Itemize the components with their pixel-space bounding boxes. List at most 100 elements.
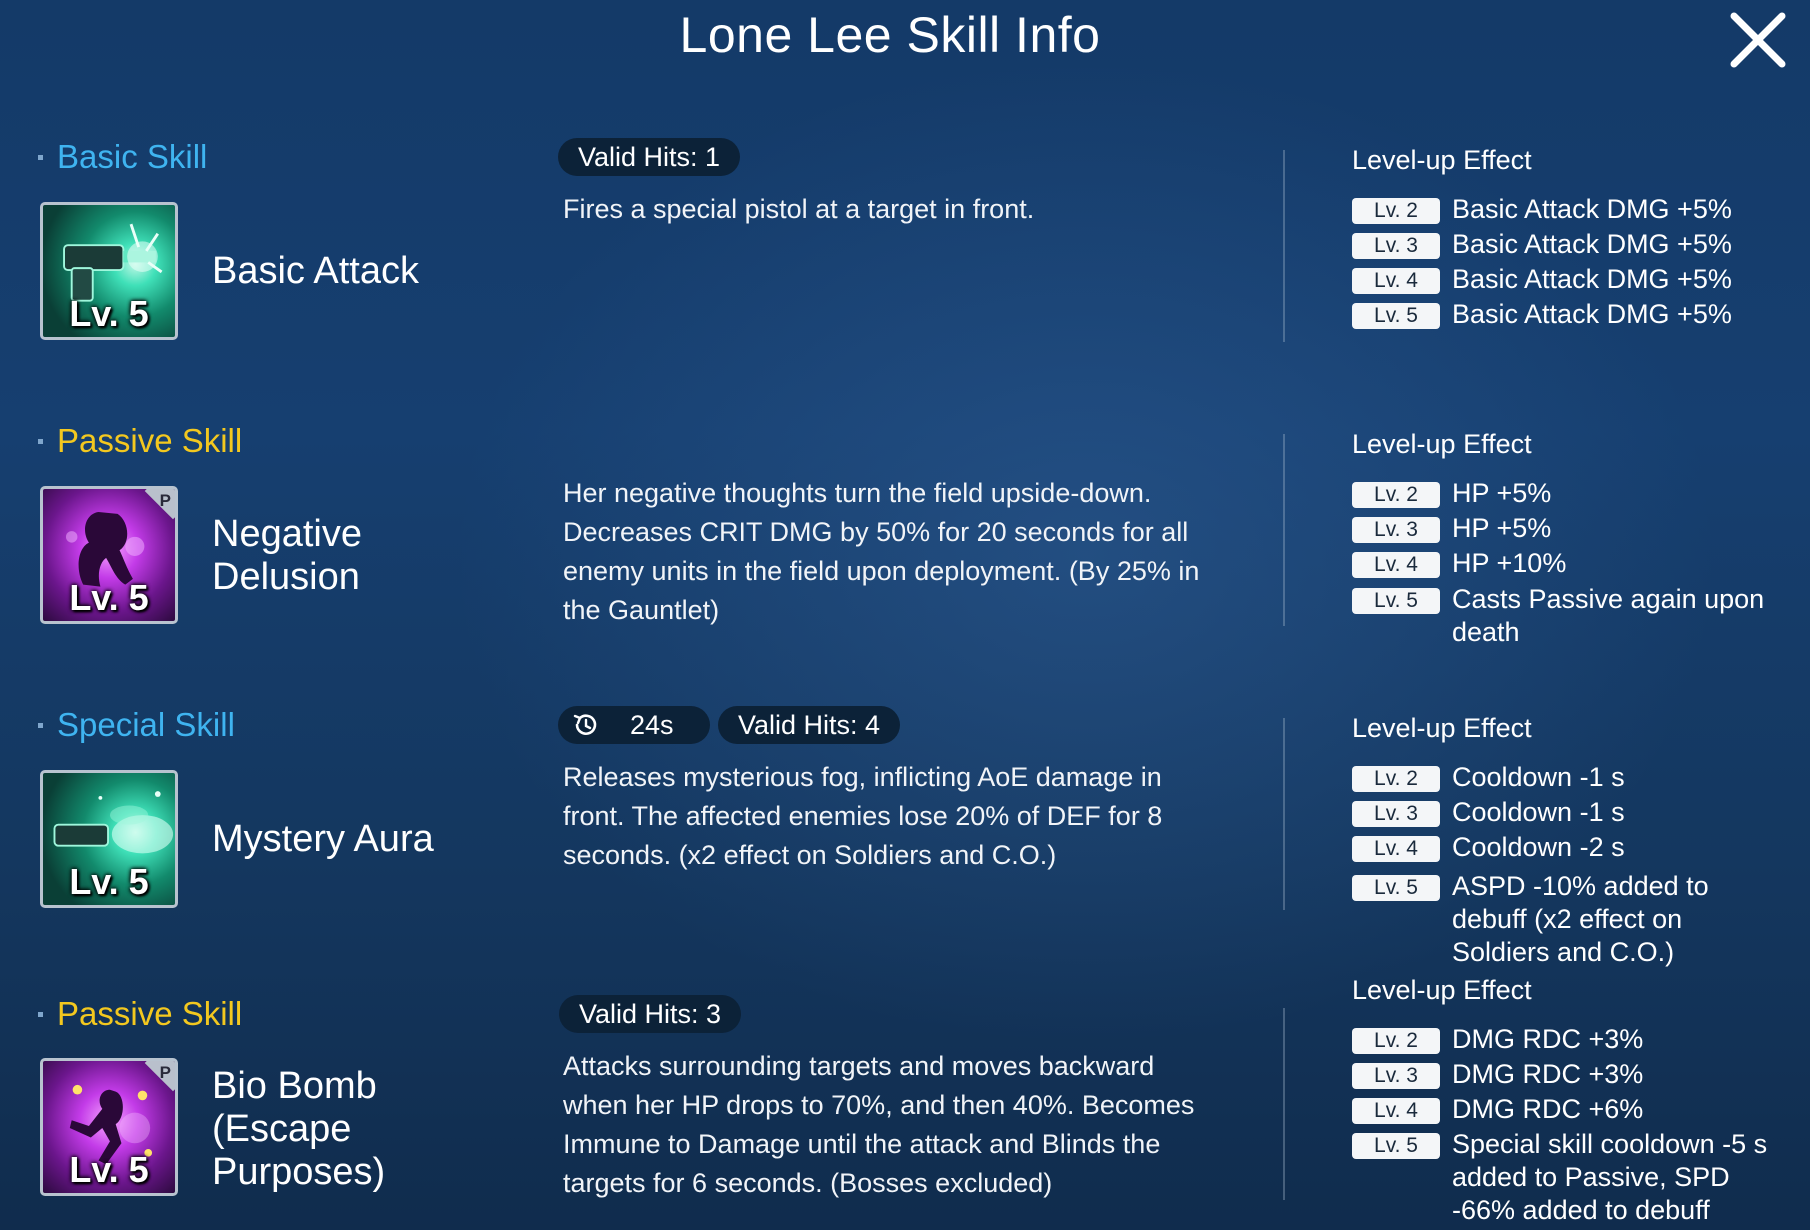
level-effect: DMG RDC +3% (1452, 1024, 1644, 1054)
skill-name-text: Mystery Aura (212, 818, 434, 860)
level-tag: Lv. 3 (1352, 801, 1440, 827)
level-tag: Lv. 2 (1352, 1028, 1440, 1054)
skill-icon[interactable]: P Lv. 5 (40, 1058, 178, 1196)
level-tag: Lv. 2 (1352, 482, 1440, 508)
cooldown-clock-icon (573, 714, 597, 735)
category-label: Passive Skill (57, 422, 243, 459)
level-effect: HP +5% (1452, 513, 1552, 543)
passive-badge: P (159, 1063, 171, 1082)
level-tag: Lv. 2 (1352, 198, 1440, 224)
valid-hits-badge: Valid Hits: 4 (718, 706, 901, 744)
skill-category: Passive Skill (38, 422, 242, 460)
levelup-row: Lv. 3 Cooldown -1 s (1352, 796, 1782, 829)
levelup-row: Lv. 2 HP +5% (1352, 477, 1782, 510)
category-label: Special Skill (57, 706, 235, 743)
levelup-row: Lv. 5 Basic Attack DMG +5% (1352, 298, 1782, 331)
cooldown-value: 24s (630, 710, 674, 740)
levelup-row: Lv. 2 Basic Attack DMG +5% (1352, 193, 1782, 226)
skill-category: Basic Skill (38, 138, 207, 176)
skill-category: Special Skill (38, 706, 235, 744)
level-effect: Casts Passive again upon death (1452, 584, 1765, 647)
skill-name-line: (Escape (212, 1108, 352, 1150)
level-tag: Lv. 4 (1352, 552, 1440, 578)
skill-name: Negative Delusion (212, 513, 362, 599)
level-effect: HP +5% (1452, 478, 1552, 508)
bullet-icon (38, 722, 43, 728)
level-tag: Lv. 5 (1352, 1133, 1440, 1159)
levelup-row: Lv. 3 HP +5% (1352, 512, 1782, 545)
level-effect: Cooldown -1 s (1452, 762, 1625, 792)
levelup-row: Lv. 5 Special skill cooldown -5 s added … (1352, 1128, 1792, 1227)
bullet-icon (38, 438, 43, 444)
skill-name: Mystery Aura (212, 818, 434, 861)
category-label: Basic Skill (57, 138, 208, 175)
valid-hits-badge: Valid Hits: 1 (558, 138, 741, 176)
skill-name-line: Bio Bomb (212, 1065, 377, 1107)
skill-name: Bio Bomb (Escape Purposes) (212, 1065, 385, 1194)
level-effect: Basic Attack DMG +5% (1452, 194, 1732, 224)
icon-level: Lv. 5 (69, 861, 149, 902)
skill-description: Releases mysterious fog, inflicting AoE … (563, 762, 1163, 870)
passive-badge: P (159, 491, 171, 510)
levelup-row: Lv. 5 Casts Passive again upon death (1352, 583, 1782, 649)
skill-name: Basic Attack (212, 250, 419, 293)
level-tag: Lv. 4 (1352, 268, 1440, 294)
close-button[interactable] (1726, 8, 1790, 72)
divider (1283, 1008, 1285, 1200)
skill-category: Passive Skill (38, 995, 242, 1033)
levelup-row: Lv. 4 HP +10% (1352, 547, 1782, 580)
bullet-icon (38, 154, 43, 160)
levelup-row: Lv. 4 Cooldown -2 s (1352, 831, 1782, 864)
divider (1283, 718, 1285, 910)
level-tag: Lv. 3 (1352, 517, 1440, 543)
level-effect: HP +10% (1452, 548, 1567, 578)
levelup-row: Lv. 2 DMG RDC +3% (1352, 1023, 1782, 1056)
icon-level: Lv. 5 (69, 1149, 149, 1190)
level-effect: Cooldown -1 s (1452, 797, 1625, 827)
icon-level: Lv. 5 (69, 577, 149, 618)
level-effect: Basic Attack DMG +5% (1452, 299, 1732, 329)
skill-icon[interactable]: Lv. 5 (40, 202, 178, 340)
divider (1283, 150, 1285, 342)
divider (1283, 434, 1285, 626)
levelup-title: Level-up Effect (1352, 429, 1532, 459)
level-tag: Lv. 2 (1352, 766, 1440, 792)
levelup-row: Lv. 3 DMG RDC +3% (1352, 1058, 1782, 1091)
levelup-title: Level-up Effect (1352, 713, 1532, 743)
level-effect: DMG RDC +6% (1452, 1094, 1644, 1124)
bullet-icon (38, 1011, 43, 1017)
level-tag: Lv. 4 (1352, 1098, 1440, 1124)
category-label: Passive Skill (57, 995, 243, 1032)
skill-name-line: Purposes) (212, 1151, 386, 1193)
level-tag: Lv. 5 (1352, 588, 1440, 614)
skill-name-line: Delusion (212, 556, 360, 598)
level-effect: Basic Attack DMG +5% (1452, 229, 1732, 259)
skill-icon[interactable]: P Lv. 5 (40, 486, 178, 624)
skill-description: Attacks surrounding targets and moves ba… (563, 1051, 1195, 1198)
page-title: Lone Lee Skill Info (679, 7, 1101, 63)
icon-level: Lv. 5 (69, 293, 149, 334)
skill-name-text: Basic Attack (212, 250, 419, 292)
skill-description: Her negative thoughts turn the field ups… (563, 478, 1200, 625)
levelup-row: Lv. 4 DMG RDC +6% (1352, 1093, 1782, 1126)
skill-icon[interactable]: Lv. 5 (40, 770, 178, 908)
level-effect: Cooldown -2 s (1452, 832, 1625, 862)
levelup-title: Level-up Effect (1352, 975, 1532, 1005)
valid-hits-badge: Valid Hits: 3 (559, 995, 742, 1033)
level-tag: Lv. 4 (1352, 836, 1440, 862)
levelup-row: Lv. 4 Basic Attack DMG +5% (1352, 263, 1782, 296)
levelup-row: Lv. 2 Cooldown -1 s (1352, 761, 1782, 794)
levelup-row: Lv. 3 Basic Attack DMG +5% (1352, 228, 1782, 261)
level-tag: Lv. 5 (1352, 303, 1440, 329)
cooldown-badge: 24s (558, 706, 710, 744)
levelup-row: Lv. 5 ASPD -10% added to debuff (x2 effe… (1352, 870, 1782, 969)
levelup-title: Level-up Effect (1352, 145, 1532, 175)
level-effect: Basic Attack DMG +5% (1452, 264, 1732, 294)
level-effect: ASPD -10% added to debuff (x2 effect on … (1452, 871, 1709, 967)
level-tag: Lv. 3 (1352, 233, 1440, 259)
level-tag: Lv. 5 (1352, 875, 1440, 901)
level-effect: Special skill cooldown -5 s added to Pas… (1452, 1129, 1768, 1225)
level-effect: DMG RDC +3% (1452, 1059, 1644, 1089)
skill-name-line: Negative (212, 513, 362, 555)
level-tag: Lv. 3 (1352, 1063, 1440, 1089)
